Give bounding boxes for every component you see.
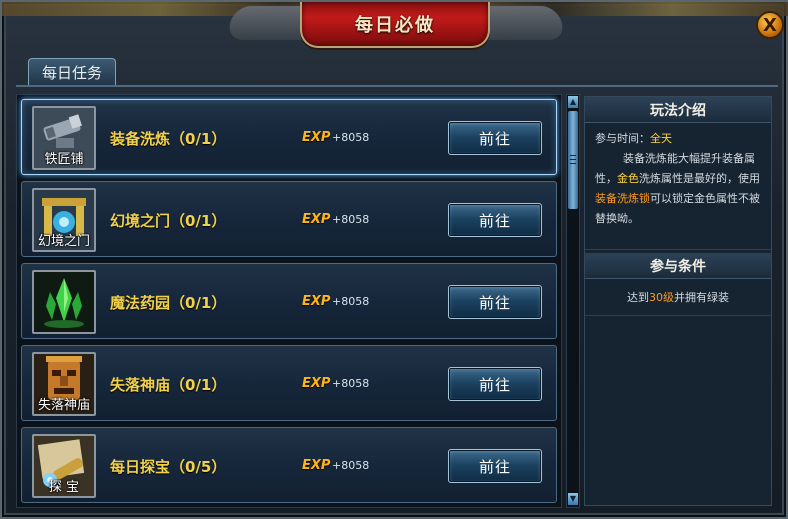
condition-text: 达到30级并拥有绿装 — [627, 291, 729, 304]
daily-tasks-window: 每日必做 X 每日任务 铁匠铺 装备洗炼（0/1） EXP +8058 前往 幻… — [0, 0, 788, 519]
task-row[interactable]: 铁匠铺 装备洗炼（0/1） EXP +8058 前往 — [21, 99, 557, 175]
exp-value: +8058 — [332, 459, 370, 472]
task-title: 失落神庙（0/1） — [110, 376, 227, 394]
icon-caption: 幻境之门 — [37, 234, 90, 249]
thumb-grip-icon — [570, 155, 576, 156]
panel-divider — [585, 249, 771, 250]
exp-value: +8058 — [332, 131, 370, 144]
task-title: 幻境之门（0/1） — [110, 212, 227, 230]
panel-divider — [585, 315, 771, 316]
go-button[interactable]: 前往 — [448, 367, 542, 401]
tab-divider — [16, 85, 778, 87]
exp-icon: EXP — [302, 212, 331, 227]
task-title: 装备洗炼（0/1） — [110, 130, 227, 148]
green-crystal-icon — [34, 272, 94, 332]
task-icon-frame: 铁匠铺 — [32, 106, 96, 170]
task-row[interactable]: 魔法药园（0/1） EXP +8058 前往 — [21, 263, 557, 339]
exp-value: +8058 — [332, 377, 370, 390]
gameplay-heading: 玩法介绍 — [585, 97, 771, 123]
task-icon-frame — [32, 270, 96, 334]
go-button[interactable]: 前往 — [448, 203, 542, 237]
info-panel: 玩法介绍 参与时间：全天 装备洗炼能大幅提升装备属性，金色洗炼属性是最好的，使用… — [584, 96, 772, 506]
exp-value: +8058 — [332, 213, 370, 226]
go-button[interactable]: 前往 — [448, 449, 542, 483]
gameplay-description: 参与时间：全天 装备洗炼能大幅提升装备属性，金色洗炼属性是最好的，使用装备洗炼锁… — [595, 132, 760, 225]
title-plate: 每日必做 — [300, 2, 490, 48]
exp-value: +8058 — [332, 295, 370, 308]
task-icon-frame: 幻境之门 — [32, 188, 96, 252]
close-icon: X — [763, 14, 777, 36]
go-button[interactable]: 前往 — [448, 121, 542, 155]
scroll-up-icon[interactable]: ▲ — [568, 96, 578, 108]
scroll-thumb[interactable] — [568, 111, 578, 209]
task-row[interactable]: 失落神庙 失落神庙（0/1） EXP +8058 前往 — [21, 345, 557, 421]
scroll-down-icon[interactable]: ▼ — [568, 493, 578, 505]
exp-icon: EXP — [302, 130, 331, 145]
task-list: 铁匠铺 装备洗炼（0/1） EXP +8058 前往 幻境之门 幻境之门（0/1… — [16, 94, 562, 508]
icon-caption: 铁匠铺 — [44, 152, 84, 167]
tab-daily-tasks[interactable]: 每日任务 — [28, 58, 116, 85]
task-list-scrollbar[interactable]: ▲ ▼ — [566, 94, 580, 508]
task-title: 每日探宝（0/5） — [110, 458, 227, 476]
task-row[interactable]: 幻境之门 幻境之门（0/1） EXP +8058 前往 — [21, 181, 557, 257]
task-icon-frame: 探 宝 — [32, 434, 96, 498]
condition-heading: 参与条件 — [585, 253, 771, 279]
thumb-grip-icon — [570, 163, 576, 164]
task-icon-frame: 失落神庙 — [32, 352, 96, 416]
exp-icon: EXP — [302, 376, 331, 391]
go-button[interactable]: 前往 — [448, 285, 542, 319]
task-row[interactable]: 探 宝 每日探宝（0/5） EXP +8058 前往 — [21, 427, 557, 503]
exp-icon: EXP — [302, 458, 331, 473]
window-title: 每日必做 — [355, 15, 435, 36]
icon-caption: 失落神庙 — [37, 398, 90, 413]
icon-caption: 探 宝 — [48, 480, 80, 495]
thumb-grip-icon — [570, 159, 576, 160]
close-button[interactable]: X — [756, 11, 784, 39]
task-title: 魔法药园（0/1） — [110, 294, 227, 312]
exp-icon: EXP — [302, 294, 331, 309]
